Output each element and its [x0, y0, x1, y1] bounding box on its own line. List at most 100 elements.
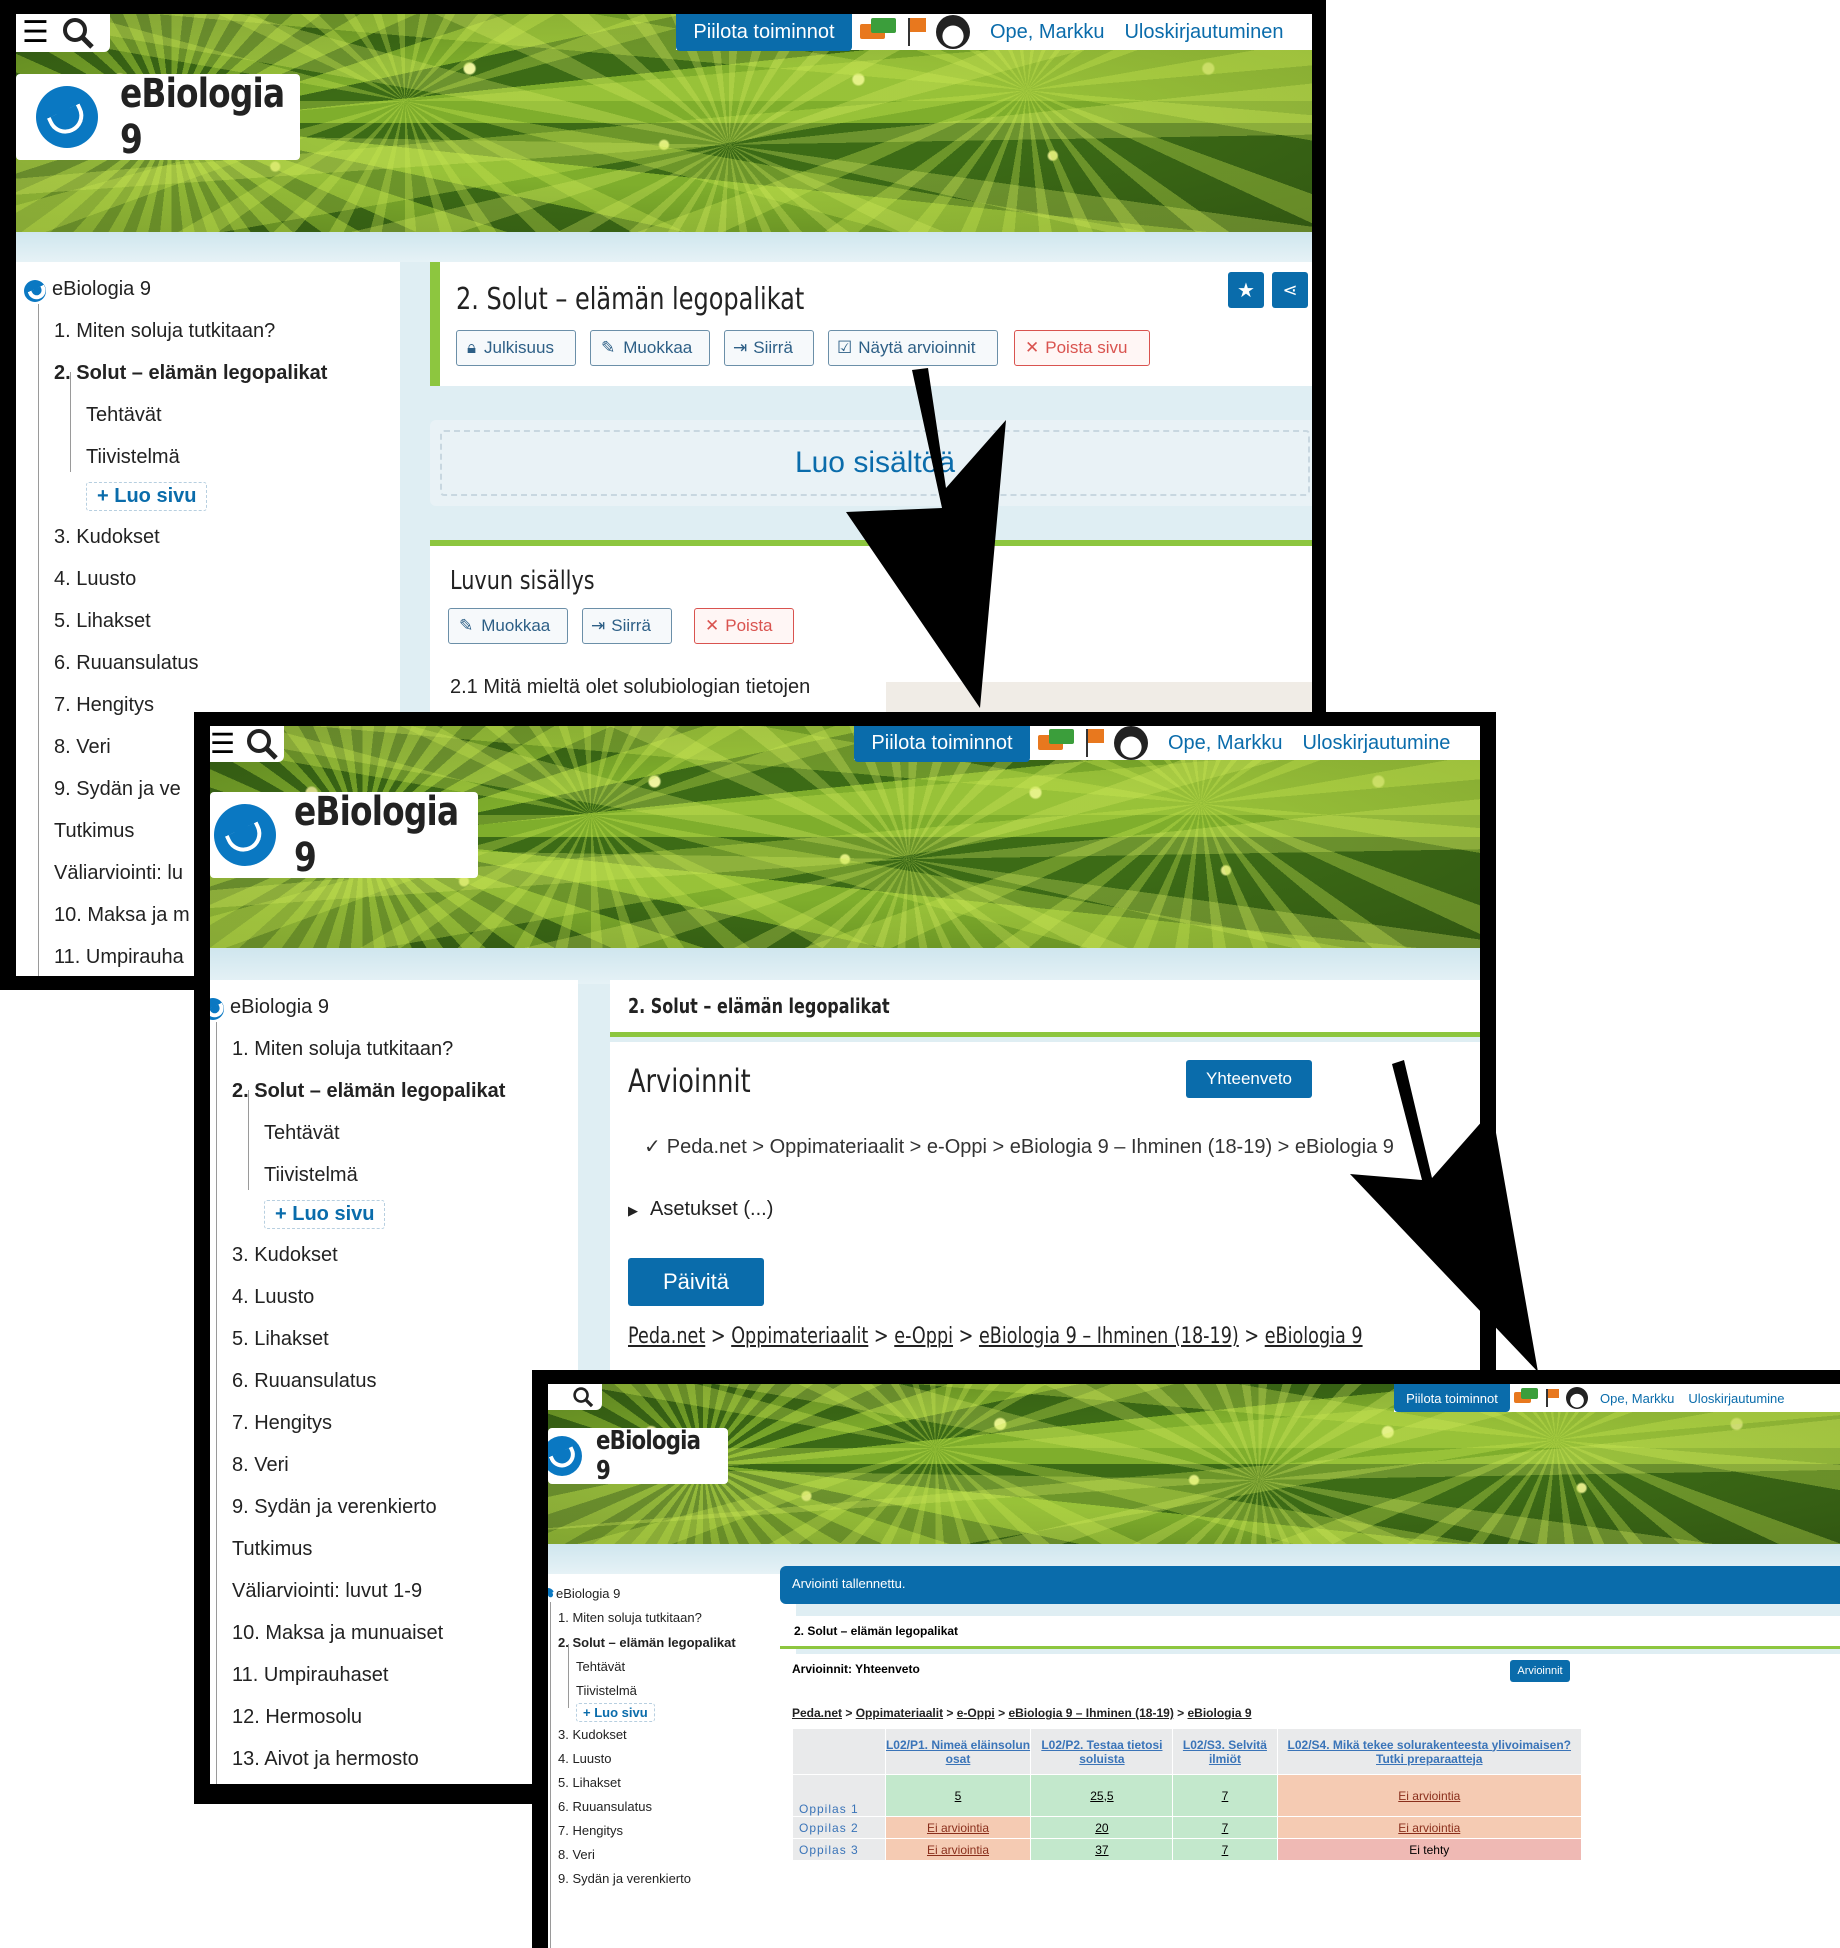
edit-button[interactable]: ✎ Muokkaa [590, 330, 710, 366]
sidebar-item-6[interactable]: 6. Ruuansulatus [558, 1799, 652, 1814]
chat-icon[interactable] [1038, 729, 1074, 757]
show-assessments-button[interactable]: ☑ Näytä arvioinnit [828, 330, 998, 366]
sidebar-item-1[interactable]: 1. Miten soluja tutkitaan? [54, 320, 275, 343]
column-header[interactable]: L02/S3. Selvitä ilmiöt [1172, 1728, 1278, 1775]
sidebar-item-tiivistelma[interactable]: Tiivistelmä [576, 1683, 637, 1698]
score-cell[interactable]: 7 [1172, 1816, 1278, 1839]
sidebar-item-12[interactable]: 12. Hermosolu [232, 1706, 362, 1729]
section-move-button[interactable]: ⇥ Siirrä [582, 608, 672, 644]
score-cell[interactable]: 5 [884, 1774, 1032, 1817]
search-icon[interactable] [572, 1386, 594, 1408]
update-button[interactable]: Päivitä [628, 1258, 764, 1306]
chat-icon[interactable] [860, 18, 896, 46]
flag-icon[interactable] [1086, 729, 1106, 757]
logo[interactable]: eBiologia 9 [16, 71, 300, 163]
logo[interactable]: eBiologia 9 [210, 789, 478, 881]
score-cell[interactable]: 7 [1172, 1774, 1278, 1817]
column-header[interactable]: L02/S4. Mikä tekee solurakenteesta ylivo… [1276, 1728, 1583, 1775]
sidebar-item-7[interactable]: 7. Hengitys [558, 1823, 623, 1838]
create-page-button[interactable]: + Luo sivu [264, 1200, 386, 1229]
create-content-box[interactable]: Luo sisältöä [430, 420, 1312, 506]
penguin-icon[interactable] [1566, 1387, 1588, 1409]
sidebar-item-5[interactable]: 5. Lihakset [232, 1328, 329, 1351]
sidebar-item-2[interactable]: 2. Solut – elämän legopalikat [54, 362, 327, 385]
column-header[interactable]: L02/P2. Testaa tietosi soluista [1030, 1728, 1174, 1775]
sidebar-item-6[interactable]: 6. Ruuansulatus [232, 1370, 377, 1393]
sidebar-item-2[interactable]: 2. Solut – elämän legopalikat [558, 1635, 736, 1650]
sidebar-item-10[interactable]: 10. Maksa ja munuaiset [232, 1622, 443, 1645]
search-icon[interactable] [245, 727, 279, 761]
sidebar-item-tehtavat[interactable]: Tehtävät [264, 1122, 340, 1145]
column-header[interactable]: L02/P1. Nimeä eläinsolun osat [884, 1728, 1032, 1775]
logo[interactable]: eBiologia 9 [548, 1426, 728, 1486]
hide-actions-button[interactable]: Piilota toiminnot [854, 726, 1030, 762]
sidebar-item-8[interactable]: 8. Veri [232, 1454, 289, 1477]
sidebar-item-3[interactable]: 3. Kudokset [232, 1244, 338, 1267]
sidebar-item-tutkimus[interactable]: Tutkimus [54, 820, 134, 843]
sidebar-item-3[interactable]: 3. Kudokset [54, 526, 160, 549]
sidebar-item-8[interactable]: 8. Veri [558, 1847, 595, 1862]
penguin-icon[interactable] [936, 15, 970, 49]
logout-link[interactable]: Uloskirjautumine [1688, 1391, 1784, 1406]
sidebar-item-valiarviointi[interactable]: Väliarviointi: luvut 1-9 [232, 1580, 422, 1603]
sidebar-root[interactable]: eBiologia 9 [230, 996, 329, 1019]
hide-actions-button[interactable]: Piilota toiminnot [1394, 1384, 1510, 1412]
sidebar-item-7[interactable]: 7. Hengitys [54, 694, 154, 717]
section-delete-button[interactable]: ✕ Poista [694, 608, 794, 644]
link-course[interactable]: eBiologia 9 – Ihminen (18-19) [1008, 1706, 1173, 1720]
hide-actions-button[interactable]: Piilota toiminnot [676, 14, 852, 51]
score-cell[interactable]: Ei arviointia [1276, 1816, 1583, 1839]
link-oppimateriaalit[interactable]: Oppimateriaalit [731, 1324, 868, 1349]
sidebar-item-tutkimus[interactable]: Tutkimus [232, 1538, 312, 1561]
sidebar-item-1[interactable]: 1. Miten soluja tutkitaan? [558, 1610, 702, 1625]
link-eoppi[interactable]: e-Oppi [894, 1324, 953, 1349]
sidebar-item-9[interactable]: 9. Sydän ja verenkierto [232, 1496, 437, 1519]
link-ebiologia[interactable]: eBiologia 9 [1188, 1706, 1252, 1720]
student-name[interactable]: Oppilas 3 [792, 1838, 886, 1861]
menu-icon[interactable]: ☰ [22, 18, 49, 48]
sidebar-item-valiarviointi[interactable]: Väliarviointi: lu [54, 862, 183, 885]
link-eoppi[interactable]: e-Oppi [957, 1706, 995, 1720]
sidebar-item-4[interactable]: 4. Luusto [54, 568, 136, 591]
score-cell[interactable]: Ei arviointia [884, 1816, 1032, 1839]
sidebar-item-4[interactable]: 4. Luusto [232, 1286, 314, 1309]
sidebar-item-5[interactable]: 5. Lihakset [558, 1775, 621, 1790]
user-link[interactable]: Ope, Markku [1168, 732, 1282, 755]
sidebar-item-7[interactable]: 7. Hengitys [232, 1412, 332, 1435]
sidebar-item-10[interactable]: 10. Maksa ja m [54, 904, 190, 927]
visibility-button[interactable]: 🔒︎ Julkisuus [456, 330, 576, 366]
flag-icon[interactable] [1546, 1389, 1560, 1407]
delete-page-button[interactable]: ✕ Poista sivu [1014, 330, 1150, 366]
score-cell[interactable]: 7 [1172, 1838, 1278, 1861]
sidebar-item-2[interactable]: 2. Solut – elämän legopalikat [232, 1080, 505, 1103]
star-button[interactable]: ★ [1228, 272, 1264, 308]
score-cell[interactable]: Ei arviointia [884, 1838, 1032, 1861]
logout-link[interactable]: Uloskirjautumine [1302, 732, 1450, 755]
section-edit-button[interactable]: ✎ Muokkaa [448, 608, 568, 644]
link-ebiologia[interactable]: eBiologia 9 [1265, 1324, 1363, 1349]
student-name[interactable]: Oppilas 2 [792, 1816, 886, 1839]
sidebar-item-13[interactable]: 13. Aivot ja hermosto [232, 1748, 419, 1771]
sidebar-item-11[interactable]: 11. Umpirauhaset [232, 1664, 388, 1687]
create-page-button[interactable]: + Luo sivu [576, 1703, 655, 1722]
chat-icon[interactable] [1514, 1388, 1539, 1408]
flag-icon[interactable] [908, 18, 928, 46]
link-pedanet[interactable]: Peda.net [628, 1324, 705, 1349]
share-button[interactable]: ⋖ [1272, 272, 1308, 308]
score-cell[interactable]: Ei arviointia [1276, 1774, 1583, 1817]
sidebar-item-11[interactable]: 11. Umpirauha [54, 946, 184, 969]
student-name[interactable]: Oppilas 1 [792, 1774, 886, 1817]
sidebar-root[interactable]: eBiologia 9 [556, 1586, 620, 1601]
sidebar-item-4[interactable]: 4. Luusto [558, 1751, 612, 1766]
sidebar-item-tiivistelma[interactable]: Tiivistelmä [264, 1164, 358, 1187]
sidebar-root[interactable]: eBiologia 9 [52, 278, 151, 301]
user-link[interactable]: Ope, Markku [1600, 1391, 1674, 1406]
settings-toggle[interactable]: ▶ Asetukset (...) [628, 1198, 773, 1221]
sidebar-item-6[interactable]: 6. Ruuansulatus [54, 652, 199, 675]
summary-button[interactable]: Yhteenveto [1186, 1060, 1312, 1098]
sidebar-item-9[interactable]: 9. Sydän ja ve [54, 778, 181, 801]
score-cell[interactable]: 25,5 [1030, 1774, 1174, 1817]
score-cell[interactable]: 37 [1030, 1838, 1174, 1861]
penguin-icon[interactable] [1114, 726, 1148, 760]
create-page-button[interactable]: + Luo sivu [86, 482, 208, 511]
